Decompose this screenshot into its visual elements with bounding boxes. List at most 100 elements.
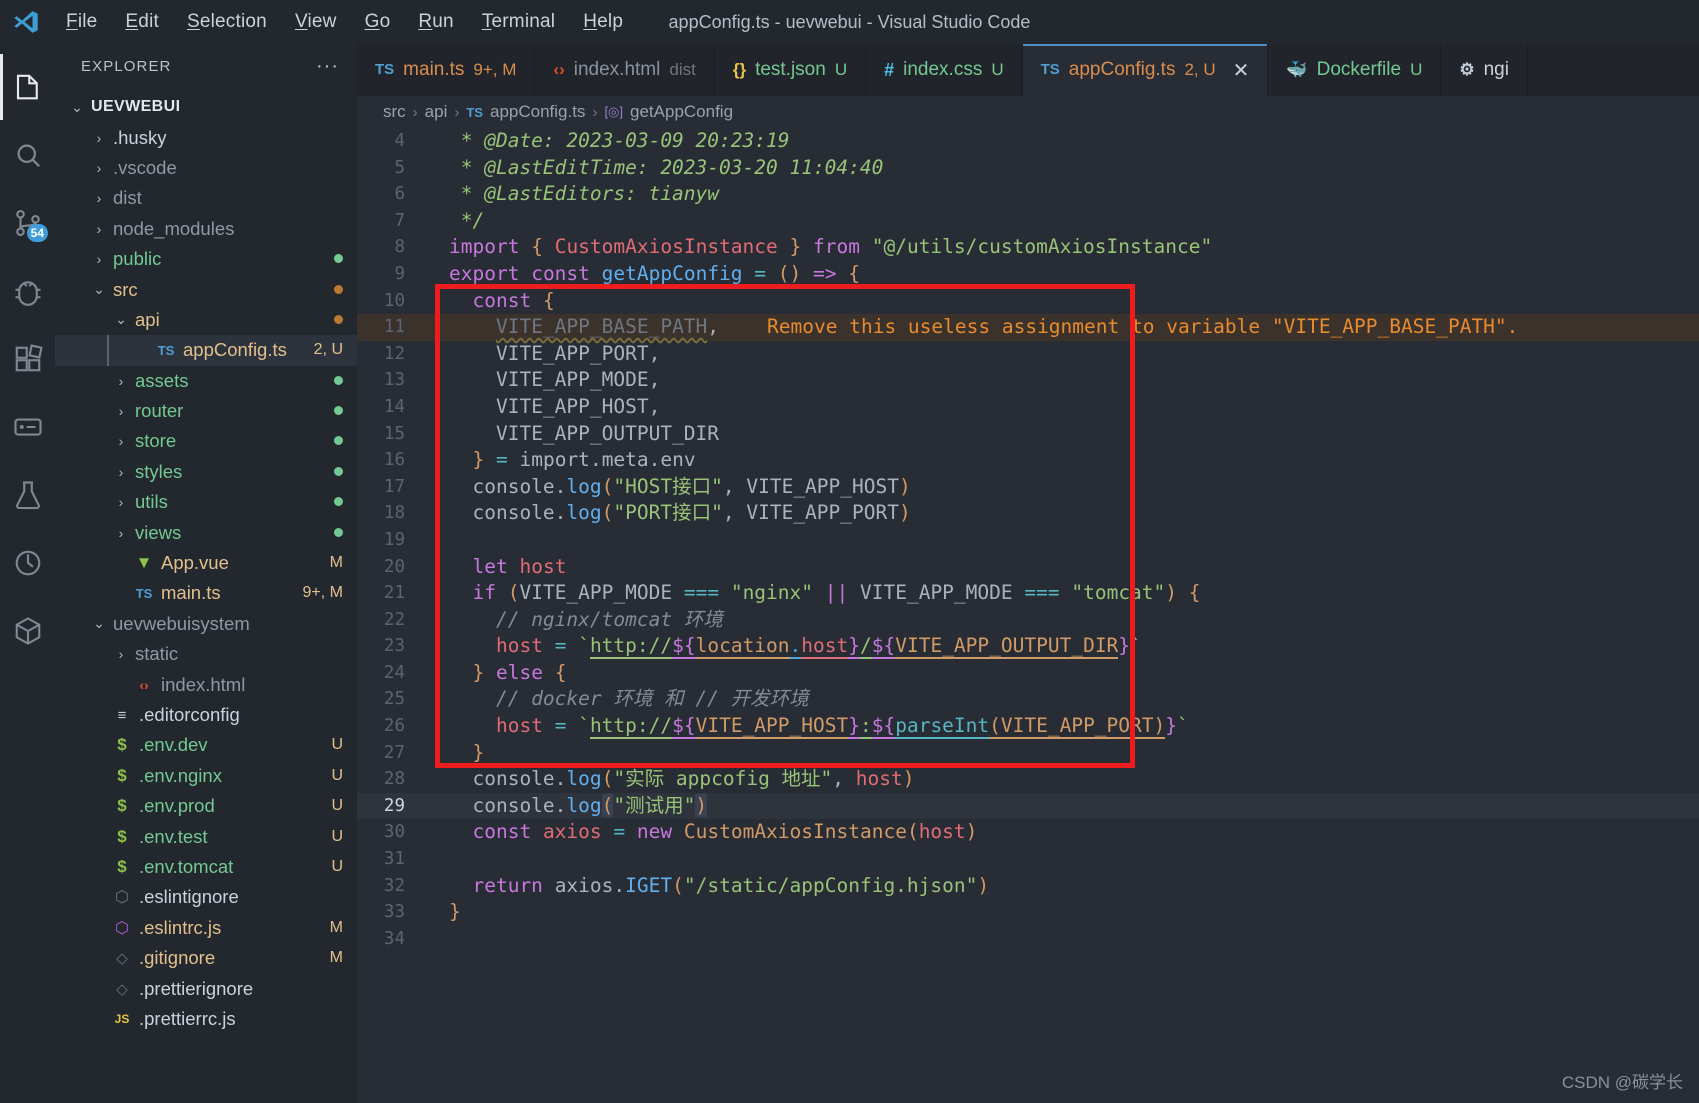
- code-line[interactable]: 16 } = import.meta.env: [357, 447, 1699, 474]
- code-line[interactable]: 23 host = `http://${location.host}/${VIT…: [357, 633, 1699, 660]
- code-line[interactable]: 5 * @LastEditTime: 2023-03-20 11:04:40: [357, 155, 1699, 182]
- menu-item-view[interactable]: View: [281, 7, 351, 37]
- code-line-text[interactable]: import { CustomAxiosInstance } from "@/u…: [449, 234, 1212, 261]
- code-line[interactable]: 9 export const getAppConfig = () => {: [357, 261, 1699, 288]
- code-line[interactable]: 28 console.log("实际 appcofig 地址", host): [357, 766, 1699, 793]
- editor-tab-index-css[interactable]: # index.css U: [866, 44, 1023, 96]
- tree-item-prettierignore[interactable]: ›◇.prettierignore: [55, 973, 357, 1003]
- code-editor[interactable]: 4 * @Date: 2023-03-09 20:23:19 5 * @LastE…: [357, 128, 1699, 1103]
- tree-item-styles[interactable]: › styles: [55, 457, 357, 487]
- code-line-text[interactable]: }: [449, 740, 484, 767]
- tree-item-node-modules[interactable]: › node_modules: [55, 214, 357, 244]
- code-line[interactable]: 31: [357, 846, 1699, 873]
- activity-bar-item-remote-explorer[interactable]: [0, 394, 55, 460]
- editor-tab-main-ts[interactable]: TS main.ts 9+, M: [357, 44, 536, 96]
- chevron-down-icon[interactable]: ⌄: [67, 99, 87, 116]
- code-line-text[interactable]: } else {: [449, 660, 566, 687]
- editor-tab-ngi[interactable]: ⚙ ngi: [1441, 44, 1528, 96]
- code-line[interactable]: 29 console.log("测试用"): [357, 792, 1699, 820]
- chevron-down-icon[interactable]: ⌄: [89, 615, 109, 632]
- chevron-right-icon[interactable]: ›: [111, 373, 131, 389]
- code-line-text[interactable]: VITE_APP_PORT,: [449, 341, 660, 368]
- chevron-right-icon[interactable]: ›: [89, 221, 109, 237]
- tree-root[interactable]: ⌄ UEVWEBUI: [55, 92, 357, 122]
- activity-bar-item-search[interactable]: [0, 122, 55, 188]
- menu-item-help[interactable]: Help: [569, 7, 637, 37]
- tree-item-dist[interactable]: › dist: [55, 183, 357, 213]
- tree-item-prettierrc-js[interactable]: ›JS.prettierrc.js: [55, 1004, 357, 1034]
- chevron-right-icon[interactable]: ›: [111, 403, 131, 419]
- tree-item-static[interactable]: › static: [55, 639, 357, 669]
- code-line[interactable]: 20 let host: [357, 554, 1699, 581]
- code-line[interactable]: 25 // docker 环境 和 // 开发环境: [357, 686, 1699, 713]
- tree-item-app-vue[interactable]: ›▼App.vueM: [55, 548, 357, 578]
- code-line[interactable]: 7 */: [357, 208, 1699, 235]
- menu-bar[interactable]: File Edit Selection View Go Run Terminal Help: [52, 7, 637, 37]
- code-line[interactable]: 26 host = `http://${VITE_APP_HOST}:${par…: [357, 713, 1699, 740]
- code-line[interactable]: 14 VITE_APP_HOST,: [357, 394, 1699, 421]
- chevron-right-icon[interactable]: ›: [111, 494, 131, 510]
- menu-item-run[interactable]: Run: [404, 7, 467, 37]
- activity-bar[interactable]: 54: [0, 44, 55, 1103]
- menu-item-edit[interactable]: Edit: [111, 7, 173, 37]
- code-line-text[interactable]: let host: [449, 554, 566, 581]
- code-line-text[interactable]: VITE_APP_OUTPUT_DIR: [449, 421, 719, 448]
- chevron-right-icon[interactable]: ›: [111, 464, 131, 480]
- code-line-text[interactable]: console.log("实际 appcofig 地址", host): [449, 766, 914, 793]
- editor-tab-index-html[interactable]: ‹› index.html dist: [535, 44, 715, 96]
- code-line-text[interactable]: export const getAppConfig = () => {: [449, 261, 860, 288]
- code-line[interactable]: 10 const {: [357, 288, 1699, 315]
- code-line-text[interactable]: * @Date: 2023-03-09 20:23:19: [449, 128, 790, 155]
- code-line-text[interactable]: console.log("测试用"): [449, 793, 708, 820]
- tree-item-env-dev[interactable]: ›$.env.devU: [55, 730, 357, 760]
- tree-item-env-test[interactable]: ›$.env.testU: [55, 821, 357, 851]
- menu-item-terminal[interactable]: Terminal: [468, 7, 569, 37]
- chevron-right-icon[interactable]: ›: [111, 525, 131, 541]
- code-line-text[interactable]: console.log("HOST接口", VITE_APP_HOST): [449, 474, 910, 501]
- editor-tab-test-json[interactable]: {} test.json U: [714, 44, 867, 96]
- more-actions-icon[interactable]: ···: [316, 56, 339, 76]
- activity-bar-item-run-and-debug[interactable]: [0, 258, 55, 324]
- code-line-text[interactable]: host = `http://${location.host}/${VITE_A…: [449, 633, 1142, 660]
- breadcrumb-item-api[interactable]: api: [425, 102, 448, 122]
- code-line[interactable]: 32 return axios.IGET("/static/appConfig.…: [357, 873, 1699, 900]
- code-line-text[interactable]: if (VITE_APP_MODE === "nginx" || VITE_AP…: [449, 580, 1200, 607]
- chevron-right-icon[interactable]: ›: [89, 251, 109, 267]
- code-line-text[interactable]: */: [449, 208, 485, 235]
- code-line-text[interactable]: }: [449, 899, 461, 926]
- chevron-right-icon[interactable]: ›: [89, 130, 109, 146]
- code-line-text[interactable]: // docker 环境 和 // 开发环境: [449, 686, 809, 713]
- breadcrumb-item-getappconfig[interactable]: getAppConfig: [630, 102, 733, 122]
- code-line[interactable]: 19: [357, 527, 1699, 554]
- tree-item-editorconfig[interactable]: ›≡.editorconfig: [55, 700, 357, 730]
- code-line-text[interactable]: } = import.meta.env: [449, 447, 695, 474]
- code-line[interactable]: 17 console.log("HOST接口", VITE_APP_HOST): [357, 474, 1699, 501]
- chevron-right-icon[interactable]: ›: [89, 190, 109, 206]
- chevron-down-icon[interactable]: ⌄: [111, 311, 131, 328]
- file-tree[interactable]: ⌄ UEVWEBUI › .husky › .vscode › dist › node_modul…: [55, 88, 357, 1103]
- code-line-text[interactable]: const {: [449, 288, 554, 315]
- code-line[interactable]: 13 VITE_APP_MODE,: [357, 367, 1699, 394]
- tree-item-eslintignore[interactable]: ›⬡.eslintignore: [55, 882, 357, 912]
- code-line-text[interactable]: VITE_APP_HOST,: [449, 394, 660, 421]
- code-line[interactable]: 11 VITE_APP_BASE_PATH, Remove this useles…: [357, 314, 1699, 341]
- code-line-text[interactable]: VITE_APP_BASE_PATH, Remove this useless a…: [449, 314, 1518, 341]
- code-line-text[interactable]: const axios = new CustomAxiosInstance(ho…: [449, 819, 977, 846]
- breadcrumb-item-appconfig-ts[interactable]: appConfig.ts: [490, 102, 585, 122]
- code-line[interactable]: 34: [357, 926, 1699, 953]
- tree-item-src[interactable]: ⌄ src: [55, 274, 357, 304]
- tree-item-env-tomcat[interactable]: ›$.env.tomcatU: [55, 852, 357, 882]
- activity-bar-item-source-control[interactable]: 54: [0, 190, 55, 256]
- editor-tab-dockerfile[interactable]: 🐳 Dockerfile U: [1268, 44, 1442, 96]
- menu-item-file[interactable]: File: [52, 7, 111, 37]
- tree-item-vscode[interactable]: › .vscode: [55, 153, 357, 183]
- breadcrumb[interactable]: src › api › TS appConfig.ts › [◎] getAppConfig: [357, 96, 1699, 128]
- tree-item-gitignore[interactable]: ›◇.gitignoreM: [55, 943, 357, 973]
- tree-item-assets[interactable]: › assets: [55, 366, 357, 396]
- activity-bar-item-coverage[interactable]: [0, 530, 55, 596]
- tree-item-views[interactable]: › views: [55, 517, 357, 547]
- tree-item-eslintrc-js[interactable]: ›⬡.eslintrc.jsM: [55, 913, 357, 943]
- tree-item-appconfig-ts[interactable]: ›TSappConfig.ts2, U: [55, 335, 357, 366]
- activity-bar-item-testing[interactable]: [0, 462, 55, 528]
- menu-item-go[interactable]: Go: [351, 7, 405, 37]
